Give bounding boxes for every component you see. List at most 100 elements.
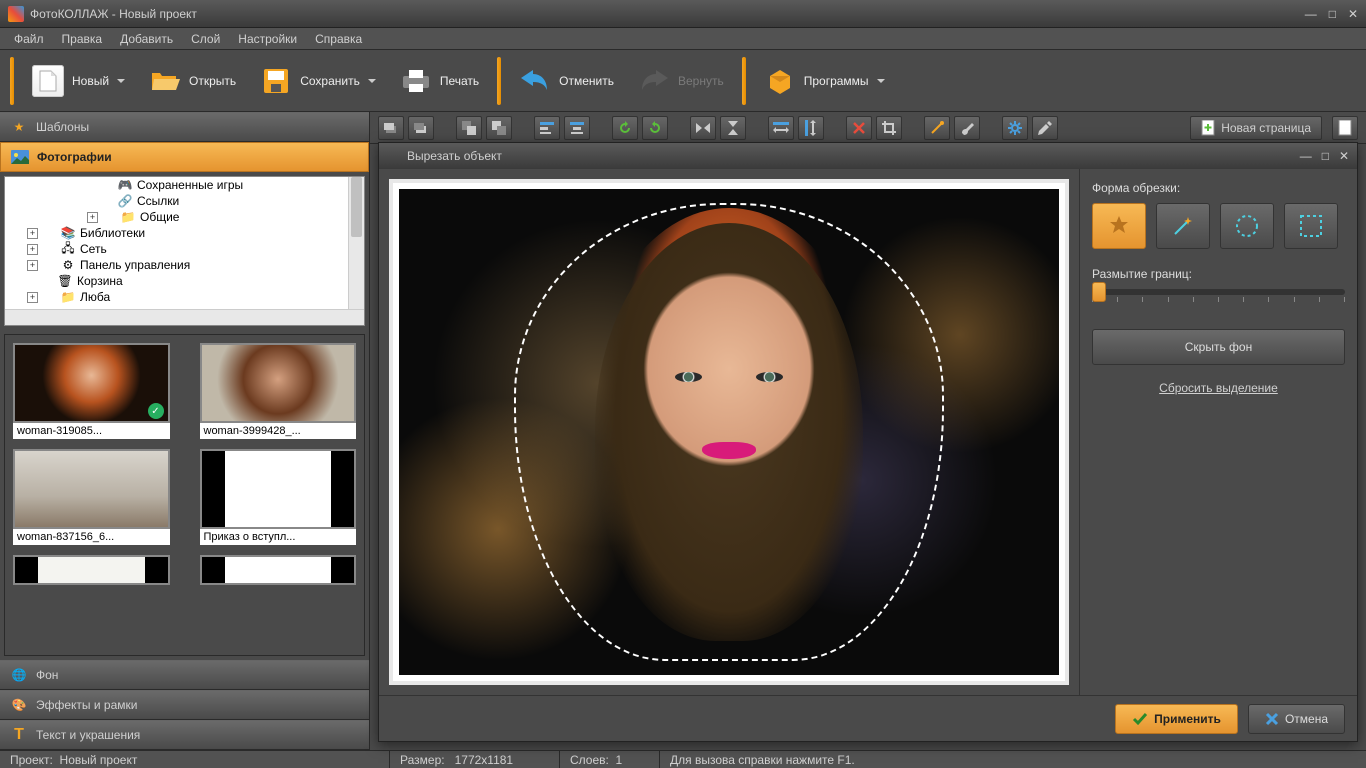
chevron-down-icon: [368, 77, 376, 85]
accordion-effects[interactable]: 🎨 Эффекты и рамки: [0, 690, 369, 720]
photo-icon: [11, 148, 29, 166]
reset-selection-link[interactable]: Сбросить выделение: [1092, 381, 1345, 395]
main-area: Новая страница Вырезать объект — □ ✕: [370, 112, 1366, 750]
star-icon: ★: [10, 118, 28, 136]
status-project-label: Проект:: [10, 753, 53, 767]
rotate-left-icon[interactable]: [612, 116, 638, 140]
page-options-icon[interactable]: [1332, 116, 1358, 140]
menu-settings[interactable]: Настройки: [230, 30, 305, 48]
thumbnail-item[interactable]: woman-837156_6...: [13, 449, 170, 545]
text-icon: T: [10, 726, 28, 744]
minimize-icon[interactable]: —: [1305, 7, 1317, 21]
canvas[interactable]: [389, 179, 1069, 685]
expand-icon[interactable]: +: [27, 228, 38, 239]
blur-slider[interactable]: [1092, 289, 1345, 295]
chevron-down-icon: [117, 77, 125, 85]
align-center-icon[interactable]: [564, 116, 590, 140]
close-icon[interactable]: ✕: [1348, 7, 1358, 21]
status-layers-label: Слоев:: [570, 753, 609, 767]
minimize-icon[interactable]: —: [1300, 149, 1312, 163]
new-page-button[interactable]: Новая страница: [1190, 116, 1322, 140]
folder-icon: 📁: [60, 290, 76, 304]
maximize-icon[interactable]: □: [1322, 149, 1329, 163]
editor-toolbar: Новая страница: [370, 112, 1366, 144]
printer-icon: [400, 65, 432, 97]
undo-button[interactable]: Отменить: [507, 59, 626, 103]
shape-ellipse-button[interactable]: [1220, 203, 1274, 249]
accordion-text[interactable]: T Текст и украшения: [0, 720, 369, 750]
folder-tree[interactable]: 🎮Сохраненные игры 🔗Ссылки +📁Общие +📚Библ…: [4, 176, 365, 326]
undo-icon: [519, 65, 551, 97]
send-back-icon[interactable]: [486, 116, 512, 140]
expand-icon[interactable]: +: [87, 212, 98, 223]
page-plus-icon: [1201, 120, 1215, 136]
cancel-button[interactable]: Отмена: [1248, 704, 1345, 734]
flip-v-icon[interactable]: [720, 116, 746, 140]
flip-h-icon[interactable]: [690, 116, 716, 140]
expand-icon[interactable]: +: [27, 260, 38, 271]
thumbnails-grid: ✓ woman-319085... woman-3999428_... woma…: [4, 334, 365, 656]
layer-up-icon[interactable]: [408, 116, 434, 140]
check-icon: [1132, 712, 1148, 726]
x-icon: [1265, 712, 1279, 726]
programs-button[interactable]: Программы: [752, 59, 897, 103]
eyedropper-icon[interactable]: [1032, 116, 1058, 140]
scrollbar-horizontal[interactable]: [5, 309, 364, 325]
layer-down-icon[interactable]: [378, 116, 404, 140]
menu-layer[interactable]: Слой: [183, 30, 228, 48]
selection-outline[interactable]: [514, 203, 944, 661]
redo-icon: [638, 65, 670, 97]
gear-icon[interactable]: [1002, 116, 1028, 140]
align-left-icon[interactable]: [534, 116, 560, 140]
accordion-photos[interactable]: Фотографии: [0, 142, 369, 172]
menu-edit[interactable]: Правка: [54, 30, 111, 48]
brush-icon[interactable]: [954, 116, 980, 140]
shape-freehand-button[interactable]: [1092, 203, 1146, 249]
close-icon[interactable]: ✕: [1339, 149, 1349, 163]
thumbnail-item[interactable]: woman-3999428_...: [200, 343, 357, 439]
open-button[interactable]: Открыть: [137, 59, 248, 103]
hide-background-button[interactable]: Скрыть фон: [1092, 329, 1345, 365]
rotate-right-icon[interactable]: [642, 116, 668, 140]
menu-add[interactable]: Добавить: [112, 30, 181, 48]
control-panel-icon: ⚙: [60, 258, 76, 272]
app-icon: [387, 149, 401, 163]
status-size-label: Размер:: [400, 753, 445, 767]
expand-icon[interactable]: +: [27, 244, 38, 255]
shape-rect-button[interactable]: [1284, 203, 1338, 249]
save-button[interactable]: Сохранить: [248, 59, 388, 103]
thumbnail-item[interactable]: Приказ о вступл...: [200, 449, 357, 545]
delete-icon[interactable]: [846, 116, 872, 140]
redo-button[interactable]: Вернуть: [626, 59, 736, 103]
cut-object-dialog: Вырезать объект — □ ✕: [378, 142, 1358, 742]
crop-icon[interactable]: [876, 116, 902, 140]
menu-file[interactable]: Файл: [6, 30, 52, 48]
maximize-icon[interactable]: □: [1329, 7, 1336, 21]
new-file-icon: [32, 65, 64, 97]
slider-thumb[interactable]: [1092, 282, 1106, 302]
check-icon: ✓: [148, 403, 164, 419]
print-button[interactable]: Печать: [388, 59, 491, 103]
fit-width-icon[interactable]: [768, 116, 794, 140]
thumbnail-item[interactable]: [13, 555, 170, 585]
expand-icon[interactable]: +: [27, 292, 38, 303]
canvas-area: [379, 169, 1079, 695]
new-button[interactable]: Новый: [20, 59, 137, 103]
fit-height-icon[interactable]: [798, 116, 824, 140]
toolbar-separator: [10, 57, 14, 105]
globe-icon: 🌐: [10, 666, 28, 684]
status-size-value: 1772x1181: [455, 753, 514, 767]
bring-front-icon[interactable]: [456, 116, 482, 140]
shape-magic-button[interactable]: [1156, 203, 1210, 249]
accordion-templates[interactable]: ★ Шаблоны: [0, 112, 369, 142]
thumbnail-item[interactable]: ✓ woman-319085...: [13, 343, 170, 439]
accordion-background[interactable]: 🌐 Фон: [0, 660, 369, 690]
folder-icon: 🎮: [117, 178, 133, 192]
network-icon: 🖧: [60, 242, 76, 256]
statusbar: Проект: Новый проект Размер: 1772x1181 С…: [0, 750, 1366, 768]
wand-icon[interactable]: [924, 116, 950, 140]
apply-button[interactable]: Применить: [1115, 704, 1238, 734]
menu-help[interactable]: Справка: [307, 30, 370, 48]
scrollbar-vertical[interactable]: [348, 177, 364, 309]
thumbnail-item[interactable]: [200, 555, 357, 585]
